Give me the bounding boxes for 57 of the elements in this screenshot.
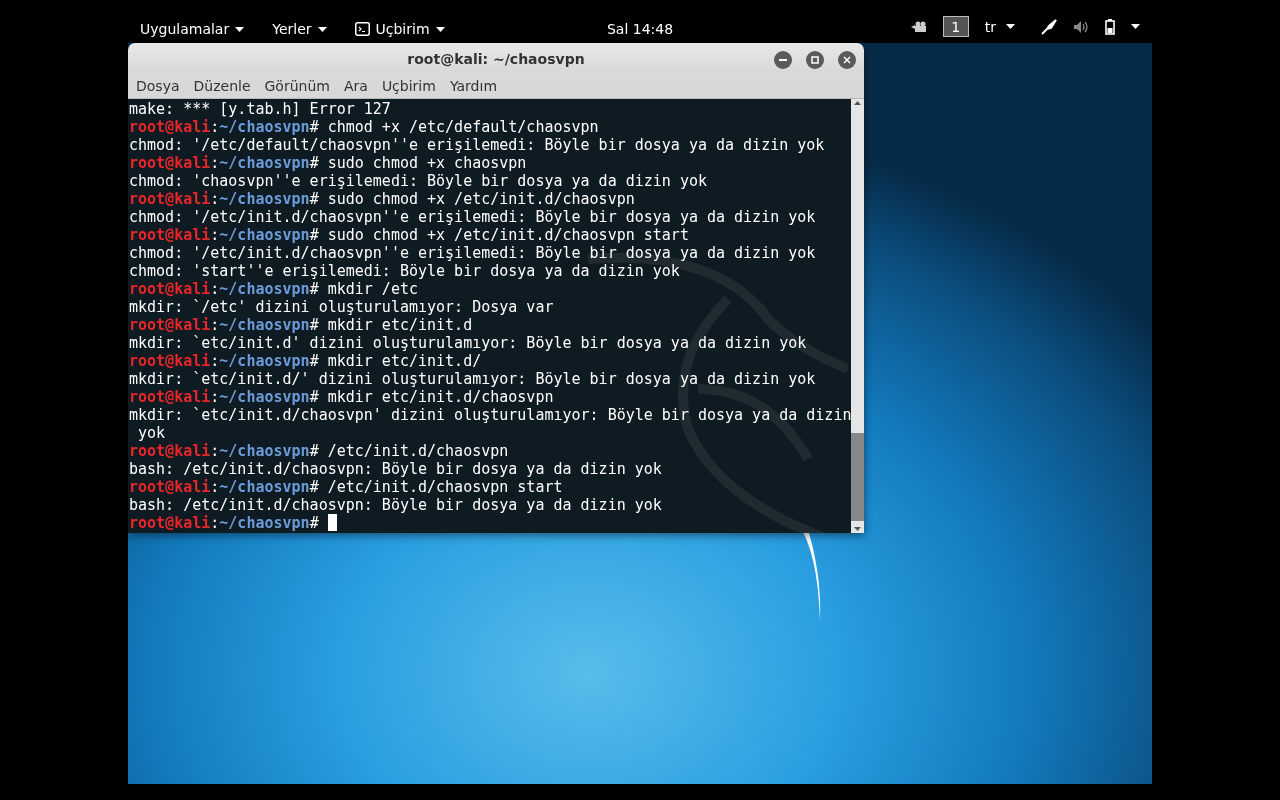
battery-icon[interactable] — [1105, 18, 1115, 35]
terminal-output-line: bash: /etc/init.d/chaosvpn: Böyle bir dosya ya da dizin yok — [129, 496, 662, 514]
clock[interactable]: Sal 14:48 — [606, 21, 674, 37]
menu-item[interactable]: Düzenle — [193, 78, 251, 94]
window-title: root@kali: ~/chaosvpn — [407, 50, 585, 67]
caret-icon — [1006, 24, 1015, 29]
keyboard-layout-menu[interactable]: tr — [984, 18, 1025, 35]
caret-icon — [1131, 24, 1140, 29]
terminal-output-line: mkdir: `etc/init.d/chaosvpn' dizini oluşturulamıyor: Böyle bir dosya ya da dizin — [129, 406, 852, 424]
terminal-output-line: chmod: '/etc/init.d/chaosvpn''e erişilemedi: Böyle bir dosya ya da dizin yok — [129, 208, 816, 226]
menu-item[interactable]: Görünüm — [264, 78, 330, 94]
pen-icon[interactable] — [1041, 18, 1057, 35]
scrollbar-thumb[interactable] — [851, 433, 864, 521]
caret-icon — [435, 26, 445, 32]
close-icon — [843, 56, 851, 64]
terminal-prompt-line: root@kali:~/chaosvpn# mkdir etc/init.d — [129, 316, 473, 334]
caret-icon — [235, 26, 245, 32]
terminal-output-line: chmod: 'chaosvpn''e erişilemedi: Böyle bir dosya ya da dizin yok — [129, 172, 707, 190]
volume-icon[interactable] — [1073, 19, 1089, 34]
terminal-prompt-line: root@kali:~/chaosvpn# — [129, 514, 337, 532]
minus-icon — [779, 59, 787, 61]
close-button[interactable] — [838, 51, 856, 69]
terminal-output-line: mkdir: `etc/init.d' dizini oluşturulamıyor: Böyle bir dosya ya da dizin yok — [129, 334, 807, 352]
scrollbar[interactable] — [851, 99, 864, 533]
terminal-icon — [354, 22, 370, 36]
maximize-button[interactable] — [806, 51, 824, 69]
terminal-output-line: make: *** [y.tab.h] Error 127 — [129, 100, 391, 118]
square-icon — [811, 56, 819, 64]
menu-item[interactable]: Uçbirim — [381, 78, 436, 94]
scroll-down-arrow-icon[interactable] — [854, 527, 862, 531]
menu-item[interactable]: Yardım — [449, 78, 498, 94]
terminal-output-line: yok — [137, 424, 166, 442]
workspace-indicator[interactable]: 1 — [942, 16, 969, 37]
terminal-output-line: mkdir: `/etc' dizini oluşturulamıyor: Dosya var — [129, 298, 554, 316]
top-menu[interactable]: Uygulamalar — [140, 21, 245, 37]
terminal-output-line: chmod: '/etc/init.d/chaosvpn''e erişilemedi: Böyle bir dosya ya da dizin yok — [129, 244, 816, 262]
scroll-up-arrow-icon[interactable] — [854, 101, 862, 105]
menu-item[interactable]: Ara — [343, 78, 368, 94]
terminal-prompt-line: root@kali:~/chaosvpn# /etc/init.d/chaosvpn start — [129, 478, 563, 496]
video-camera-icon[interactable] — [910, 20, 927, 33]
menu-item[interactable]: Dosya — [136, 78, 180, 94]
app-menu[interactable]: Uçbirim — [354, 21, 445, 37]
terminal-prompt-line: root@kali:~/chaosvpn# mkdir etc/init.d/chaosvpn — [129, 388, 554, 406]
terminal-output-line: bash: /etc/init.d/chaosvpn: Böyle bir dosya ya da dizin yok — [129, 460, 662, 478]
terminal-prompt-line: root@kali:~/chaosvpn# sudo chmod +x chaosvpn — [129, 154, 527, 172]
caret-icon — [317, 26, 327, 32]
terminal-prompt-line: root@kali:~/chaosvpn# sudo chmod +x /etc/init.d/chaosvpn — [129, 190, 635, 208]
terminal-prompt-line: root@kali:~/chaosvpn# chmod +x /etc/default/chaosvpn — [129, 118, 599, 136]
minimize-button[interactable] — [774, 51, 792, 69]
terminal-prompt-line: root@kali:~/chaosvpn# mkdir /etc — [129, 280, 418, 298]
terminal-output-line: chmod: '/etc/default/chaosvpn''e erişilemedi: Böyle bir dosya ya da dizin yok — [129, 136, 825, 154]
terminal-prompt-line: root@kali:~/chaosvpn# sudo chmod +x /etc/init.d/chaosvpn start — [129, 226, 689, 244]
top-menu[interactable]: Yerler — [272, 21, 327, 37]
terminal-prompt-line: root@kali:~/chaosvpn# mkdir etc/init.d/ — [129, 352, 482, 370]
terminal-output-line: mkdir: `etc/init.d/' dizini oluşturulamıyor: Böyle bir dosya ya da dizin yok — [129, 370, 816, 388]
terminal-output-line: chmod: 'start''e erişilemedi: Böyle bir dosya ya da dizin yok — [129, 262, 680, 280]
terminal-prompt-line: root@kali:~/chaosvpn# /etc/init.d/chaosvpn — [129, 442, 509, 460]
